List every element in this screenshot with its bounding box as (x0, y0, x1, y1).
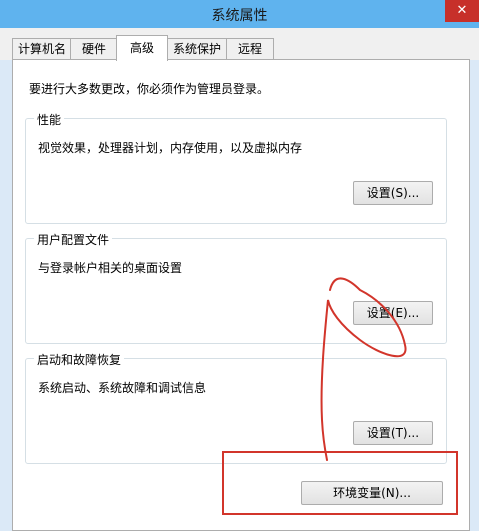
performance-group: 性能 视觉效果，处理器计划，内存使用，以及虚拟内存 设置(S)... (25, 111, 447, 224)
startup-recovery-group: 启动和故障恢复 系统启动、系统故障和调试信息 设置(T)... (25, 351, 447, 464)
startup-recovery-settings-button[interactable]: 设置(T)... (353, 421, 433, 445)
startup-recovery-group-title: 启动和故障恢复 (34, 351, 125, 368)
tab-hardware[interactable]: 硬件 (70, 38, 118, 60)
user-profiles-settings-button[interactable]: 设置(E)... (353, 301, 433, 325)
performance-group-title: 性能 (34, 111, 65, 128)
tab-system-protection[interactable]: 系统保护 (166, 38, 228, 60)
close-button[interactable]: ✕ (445, 0, 479, 22)
user-profiles-group: 用户配置文件 与登录帐户相关的桌面设置 设置(E)... (25, 231, 447, 344)
tab-strip: 计算机名 硬件 高级 系统保护 远程 (0, 28, 479, 61)
performance-settings-button[interactable]: 设置(S)... (353, 181, 433, 205)
tab-remote[interactable]: 远程 (226, 38, 274, 60)
tab-advanced[interactable]: 高级 (116, 35, 168, 61)
performance-description: 视觉效果，处理器计划，内存使用，以及虚拟内存 (38, 141, 303, 155)
startup-recovery-description: 系统启动、系统故障和调试信息 (38, 381, 207, 395)
tab-computer-name[interactable]: 计算机名 (12, 38, 72, 60)
close-icon: ✕ (456, 3, 468, 18)
annotation-highlight-box (222, 451, 458, 515)
title-bar: 系统属性 ✕ (0, 0, 479, 28)
window-title: 系统属性 (211, 8, 268, 24)
user-profiles-group-title: 用户配置文件 (34, 231, 113, 248)
user-profiles-description: 与登录帐户相关的桌面设置 (38, 261, 183, 275)
admin-notice: 要进行大多数更改，你必须作为管理员登录。 (29, 82, 270, 96)
